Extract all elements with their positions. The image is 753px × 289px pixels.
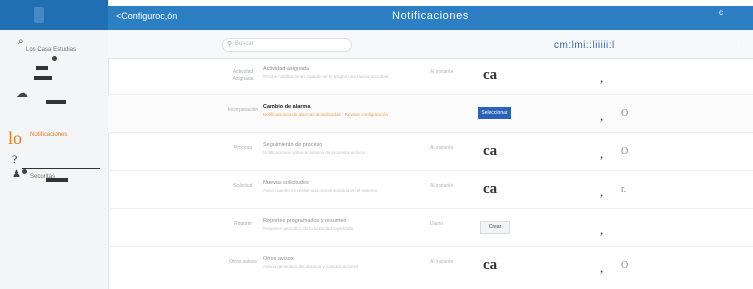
create-button[interactable]: Crear bbox=[480, 221, 510, 234]
row-tail: O bbox=[621, 260, 629, 271]
row-description: Resumen periódico de la actividad regist… bbox=[263, 226, 354, 231]
notifications-list: Actividad Asignada Actividad asignada Re… bbox=[108, 58, 753, 284]
row-frequency: Al instante bbox=[430, 183, 454, 189]
strip-tag: ( ) bbox=[738, 41, 744, 47]
row-description: Avisos generales del sistema y comunicac… bbox=[263, 264, 359, 269]
row-tail: O bbox=[621, 146, 629, 157]
pin-icon: ⌕ bbox=[18, 36, 24, 47]
list-item: Actividad Asignada Actividad asignada Re… bbox=[108, 58, 753, 95]
row-tail: O bbox=[621, 108, 629, 119]
row-title: Otros avisos bbox=[263, 256, 294, 262]
sidebar: ⌕ Los Casa Estudias ☁ lo Notificaciones … bbox=[0, 0, 109, 289]
row-category: Reporte bbox=[234, 221, 252, 227]
row-category: Incorporación bbox=[227, 107, 259, 113]
list-item: Solicitud Nuevas solicitudes Aviso cuand… bbox=[108, 172, 753, 209]
dot-icon bbox=[22, 169, 27, 174]
row-category: Otros avisos bbox=[229, 259, 257, 265]
row-description: Recibe notificaciones cuando se te asign… bbox=[263, 74, 389, 79]
list-item: Proceso Seguimiento de proceso Notificac… bbox=[108, 134, 753, 171]
row-frequency: Al instante bbox=[430, 259, 454, 265]
row-title: Seguimiento de proceso bbox=[263, 142, 323, 148]
row-action[interactable]: ca bbox=[483, 67, 497, 84]
row-category: Actividad Asignada bbox=[232, 69, 254, 82]
search-strip: ⚲ Buscar cm:lmi::liiiii:l ( ) bbox=[108, 30, 753, 59]
page-title: Notificaciones bbox=[392, 10, 469, 22]
dash-icon bbox=[36, 66, 48, 70]
list-item: Reporte Reportes programados y resumen R… bbox=[108, 210, 753, 247]
row-comma: , bbox=[600, 260, 604, 275]
row-title: Cambio de alarma bbox=[263, 104, 311, 110]
search-input[interactable]: ⚲ Buscar bbox=[222, 38, 352, 52]
sidebar-accent-mark: lo bbox=[8, 128, 23, 148]
row-frequency: Al instante bbox=[430, 145, 454, 151]
row-action[interactable]: ca bbox=[483, 143, 497, 160]
dash-icon bbox=[34, 76, 52, 80]
sidebar-header bbox=[0, 0, 108, 30]
row-comma: , bbox=[600, 108, 604, 123]
row-action[interactable]: ca bbox=[483, 181, 497, 198]
row-tail: r. bbox=[621, 184, 627, 195]
row-comma: , bbox=[600, 146, 604, 161]
list-item: Otros avisos Otros avisos Avisos general… bbox=[108, 248, 753, 284]
topbar-right-text: c bbox=[719, 8, 723, 17]
row-description: Notificaciones de alarmas actualizadas ·… bbox=[263, 112, 389, 117]
list-item: Incorporación Cambio de alarma Notificac… bbox=[108, 96, 753, 133]
row-title: Reportes programados y resumen bbox=[263, 218, 347, 224]
row-category: Solicitud bbox=[233, 183, 253, 189]
sidebar-item-notifications[interactable]: Notificaciones bbox=[30, 132, 67, 138]
row-description: Notificaciones sobre el avance de proces… bbox=[263, 150, 366, 155]
row-description: Aviso cuando se recibe una nueva solicit… bbox=[263, 188, 377, 193]
row-frequency: Al instante bbox=[430, 69, 454, 75]
sidebar-mark: ? bbox=[12, 152, 18, 166]
sidebar-item-label[interactable]: Los Casa Estudias bbox=[26, 47, 76, 53]
search-icon: ⚲ bbox=[227, 41, 233, 48]
select-button[interactable]: Seleccionar bbox=[478, 107, 511, 119]
dash-icon bbox=[46, 100, 66, 104]
row-category: Proceso bbox=[233, 145, 253, 151]
app-logo-icon bbox=[34, 7, 44, 23]
search-placeholder: Buscar bbox=[235, 41, 254, 47]
row-comma: , bbox=[600, 184, 604, 199]
row-comma: , bbox=[600, 222, 604, 237]
dot-icon bbox=[52, 56, 57, 61]
dash-icon bbox=[46, 178, 68, 182]
row-comma: , bbox=[600, 70, 604, 85]
row-action[interactable]: ca bbox=[483, 257, 497, 274]
users-icon: ♟ bbox=[12, 169, 21, 180]
library-text: cm:lmi::liiiii:l bbox=[554, 40, 615, 51]
row-title: Actividad asignada bbox=[263, 66, 310, 72]
cloud-icon: ☁ bbox=[16, 86, 28, 100]
row-title: Nuevas solicitudes bbox=[263, 180, 309, 186]
row-frequency: Diario bbox=[430, 221, 444, 227]
divider bbox=[22, 168, 100, 169]
topbar: <Configuroc,ón Notificaciones c bbox=[108, 6, 753, 30]
